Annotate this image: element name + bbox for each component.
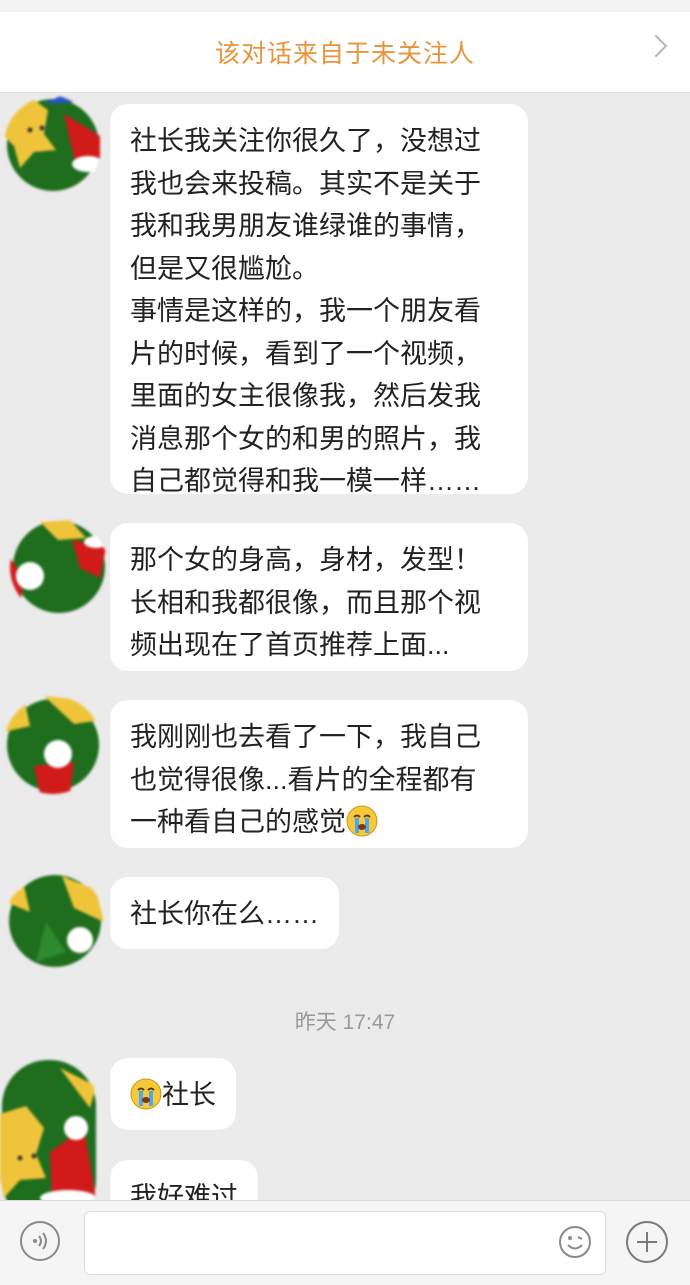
message-text-line: 片的时候，看到了一个视频，	[130, 338, 481, 369]
message-text-line: 但是又很尴尬。	[130, 253, 319, 284]
message-text-line: 事情是这样的，我一个朋友看	[130, 296, 481, 326]
status-strip	[0, 0, 690, 12]
crying-face-icon	[346, 805, 378, 850]
sender-avatar[interactable]	[10, 518, 108, 616]
message-text-line: 消息那个女的和男的照片，我	[130, 423, 481, 454]
message-text-line: 我和我男朋友谁绿谁的事情，	[130, 211, 481, 241]
message-text-line: 我刚刚也去看了一下，我自己	[130, 722, 481, 752]
message-bubble[interactable]: 社长	[110, 1058, 236, 1130]
sender-avatar[interactable]	[4, 696, 102, 794]
message-text-line: 社长我关注你很久了，没想过	[130, 126, 481, 156]
message-text-line: 社长你在么……	[130, 899, 319, 929]
message-bubble[interactable]: 我刚刚也去看了一下，我自己 也觉得很像...看片的全程都有 一种看自己的感觉	[110, 700, 528, 848]
message-bubble[interactable]: 那个女的身高，身材，发型！ 长相和我都很像，而且那个视 频出现在了首页推荐上面.…	[110, 523, 528, 671]
message-text-line: 那个女的身高，身材，发型！	[130, 545, 481, 575]
unfollowed-notice-banner[interactable]: 该对话来自于未关注人	[0, 12, 690, 93]
sender-avatar[interactable]	[6, 872, 104, 970]
message-text-line: 自己都觉得和我一模一样……	[130, 466, 481, 496]
message-bubble[interactable]: 社长我关注你很久了，没想过 我也会来投稿。其实不是关于 我和我男朋友谁绿谁的事情…	[110, 104, 528, 496]
message-bubble[interactable]: 社长你在么……	[110, 877, 339, 949]
message-text-line: 一种看自己的感觉	[130, 807, 346, 837]
crying-face-icon	[130, 1078, 162, 1123]
message-text-line: 里面的女主很像我，然后发我	[130, 381, 481, 411]
message-input[interactable]	[84, 1211, 606, 1275]
message-text: 社长	[162, 1080, 216, 1110]
message-text-line: 我也会来投稿。其实不是关于	[130, 168, 481, 199]
input-bar	[0, 1200, 690, 1285]
voice-icon[interactable]	[20, 1221, 60, 1261]
chevron-right-icon	[644, 34, 668, 58]
plus-icon[interactable]	[626, 1221, 668, 1263]
banner-text: 该对话来自于未关注人	[214, 40, 475, 68]
message-text-line: 也觉得很像...看片的全程都有	[130, 764, 477, 795]
smiley-icon[interactable]	[558, 1225, 592, 1264]
timestamp: 昨天 17:47	[294, 1011, 396, 1034]
message-text-line: 频出现在了首页推荐上面...	[130, 630, 450, 660]
message-text-line: 长相和我都很像，而且那个视	[130, 587, 481, 618]
sender-avatar[interactable]	[4, 96, 102, 194]
